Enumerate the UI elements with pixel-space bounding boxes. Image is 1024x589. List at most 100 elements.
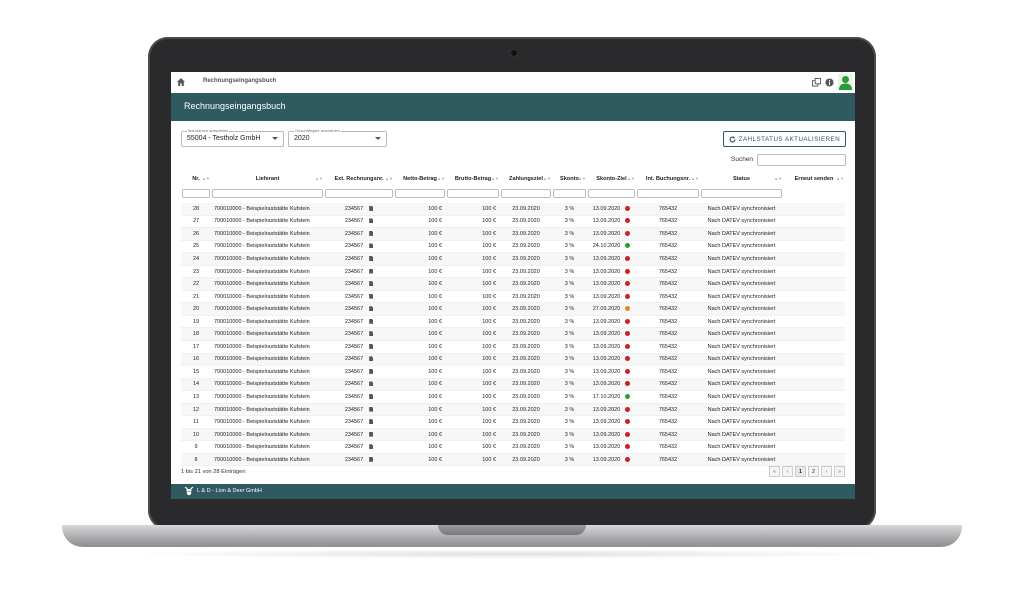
cell-resend[interactable] <box>783 453 845 467</box>
table-row[interactable]: 10 700010000 - Beispielraststätte Kufstei… <box>181 428 845 442</box>
windows-icon[interactable] <box>812 78 821 87</box>
cell-resend[interactable] <box>783 403 845 417</box>
column-filter-input[interactable] <box>325 189 393 198</box>
cell-resend[interactable] <box>783 353 845 367</box>
table-row[interactable]: 12 700010000 - Beispielraststätte Kufstei… <box>181 403 845 417</box>
table-row[interactable]: 25 700010000 - Beispielraststätte Kufstei… <box>181 240 845 254</box>
cell-resend[interactable] <box>783 340 845 354</box>
pagination-prev[interactable]: ‹ <box>782 466 793 477</box>
info-icon[interactable] <box>825 78 834 87</box>
column-filter-input[interactable] <box>501 189 551 198</box>
document-icon[interactable] <box>369 281 374 287</box>
document-icon[interactable] <box>369 331 374 337</box>
document-icon[interactable] <box>369 419 374 425</box>
document-icon[interactable] <box>369 293 374 299</box>
column-filter-input[interactable] <box>701 189 782 198</box>
table-row[interactable]: 9 700010000 - Beispielraststätte Kufstein… <box>181 440 845 454</box>
table-row[interactable]: 26 700010000 - Beispielraststätte Kufstei… <box>181 227 845 241</box>
column-header[interactable]: Skonto ▲▼ <box>552 172 587 185</box>
refresh-payment-status-button[interactable]: ZAHLSTATUS AKTUALISIEREN <box>723 131 846 147</box>
cell-resend[interactable] <box>783 215 845 229</box>
table-row[interactable]: 20 700010000 - Beispielraststätte Kufstei… <box>181 302 845 316</box>
table-row[interactable]: 8 700010000 - Beispielraststätte Kufstein… <box>181 453 845 467</box>
ext-nr-value: 234567 <box>344 356 364 363</box>
cell-resend[interactable] <box>783 252 845 266</box>
user-avatar-icon[interactable] <box>838 74 853 91</box>
pagination-page-1[interactable]: 1 <box>795 466 806 477</box>
pagination-next[interactable]: › <box>821 466 832 477</box>
column-header[interactable]: Brutto-Betrag ▲▼ <box>446 172 500 185</box>
table-row[interactable]: 22 700010000 - Beispielraststätte Kufstei… <box>181 277 845 291</box>
document-icon[interactable] <box>369 306 374 312</box>
document-icon[interactable] <box>369 406 374 412</box>
column-header[interactable]: Skonto-Ziel ▲▼ <box>587 172 636 185</box>
table-row[interactable]: 21 700010000 - Beispielraststätte Kufstei… <box>181 290 845 304</box>
cell-resend[interactable] <box>783 378 845 392</box>
column-header[interactable]: Lieferant ▲▼ <box>211 172 324 185</box>
cell-resend[interactable] <box>783 302 845 316</box>
column-filter-input[interactable] <box>588 189 635 198</box>
cell-skonto: 3 % <box>552 290 587 304</box>
document-icon[interactable] <box>369 394 374 400</box>
document-icon[interactable] <box>369 456 374 462</box>
document-icon[interactable] <box>369 431 374 437</box>
column-filter-input[interactable] <box>395 189 445 198</box>
cell-resend[interactable] <box>783 415 845 429</box>
pagination-page-2[interactable]: 2 <box>808 466 819 477</box>
table-row[interactable]: 14 700010000 - Beispielraststätte Kufstei… <box>181 378 845 392</box>
table-row[interactable]: 19 700010000 - Beispielraststätte Kufstei… <box>181 315 845 329</box>
table-row[interactable]: 17 700010000 - Beispielraststätte Kufstei… <box>181 340 845 354</box>
cell-resend[interactable] <box>783 390 845 404</box>
cell-resend[interactable] <box>783 327 845 341</box>
home-icon[interactable] <box>176 77 186 87</box>
cell-resend[interactable] <box>783 240 845 254</box>
document-icon[interactable] <box>369 243 374 249</box>
document-icon[interactable] <box>369 318 374 324</box>
document-icon[interactable] <box>369 368 374 374</box>
document-icon[interactable] <box>369 356 374 362</box>
table-row[interactable]: 18 700010000 - Beispielraststätte Kufstei… <box>181 327 845 341</box>
pagination-first[interactable]: « <box>769 466 780 477</box>
table-row[interactable]: 11 700010000 - Beispielraststätte Kufstei… <box>181 415 845 429</box>
column-header[interactable]: Ext. Rechnungsnr. ▲▼ <box>324 172 394 185</box>
cell-resend[interactable] <box>783 203 845 216</box>
year-select[interactable]: Geschäftsjahr auswählen 2020 <box>288 128 387 147</box>
document-icon[interactable] <box>369 381 374 387</box>
column-filter-input[interactable] <box>637 189 699 198</box>
document-icon[interactable] <box>369 230 374 236</box>
document-icon[interactable] <box>369 268 374 274</box>
column-header[interactable]: Int. Buchungsnr. ▲▼ <box>636 172 700 185</box>
column-header[interactable]: Zahlungsziel ▲▼ <box>500 172 552 185</box>
cell-resend[interactable] <box>783 428 845 442</box>
column-filter-input[interactable] <box>182 189 210 198</box>
document-icon[interactable] <box>369 444 374 450</box>
cell-resend[interactable] <box>783 277 845 291</box>
column-header[interactable]: Netto-Betrag ▲▼ <box>394 172 446 185</box>
document-icon[interactable] <box>369 205 374 211</box>
document-icon[interactable] <box>369 256 374 261</box>
table-row[interactable]: 28 700010000 - Beispielraststätte Kufstei… <box>181 203 845 216</box>
table-row[interactable]: 27 700010000 - Beispielraststätte Kufstei… <box>181 215 845 229</box>
search-input[interactable] <box>757 154 846 166</box>
table-row[interactable]: 13 700010000 - Beispielraststätte Kufstei… <box>181 390 845 404</box>
column-header[interactable]: Status ▲▼ <box>700 172 783 185</box>
column-header[interactable]: Erneut senden ▲▼ <box>783 172 845 185</box>
column-filter-input[interactable] <box>553 189 586 198</box>
document-icon[interactable] <box>369 218 374 224</box>
cell-resend[interactable] <box>783 365 845 379</box>
pagination-last[interactable]: » <box>834 466 845 477</box>
cell-resend[interactable] <box>783 265 845 279</box>
table-row[interactable]: 23 700010000 - Beispielraststätte Kufstei… <box>181 265 845 279</box>
column-filter-input[interactable] <box>447 189 499 198</box>
mandant-select[interactable]: Mandanten auswählen 55004 - Testholz Gmb… <box>181 128 284 147</box>
document-icon[interactable] <box>369 343 374 349</box>
table-row[interactable]: 24 700010000 - Beispielraststätte Kufstei… <box>181 252 845 266</box>
cell-resend[interactable] <box>783 315 845 329</box>
cell-resend[interactable] <box>783 440 845 454</box>
cell-resend[interactable] <box>783 290 845 304</box>
cell-resend[interactable] <box>783 227 845 241</box>
column-header[interactable]: Nr. ▲▼ <box>181 172 211 185</box>
column-filter-input[interactable] <box>212 189 323 198</box>
table-row[interactable]: 15 700010000 - Beispielraststätte Kufstei… <box>181 365 845 379</box>
table-row[interactable]: 16 700010000 - Beispielraststätte Kufstei… <box>181 353 845 367</box>
